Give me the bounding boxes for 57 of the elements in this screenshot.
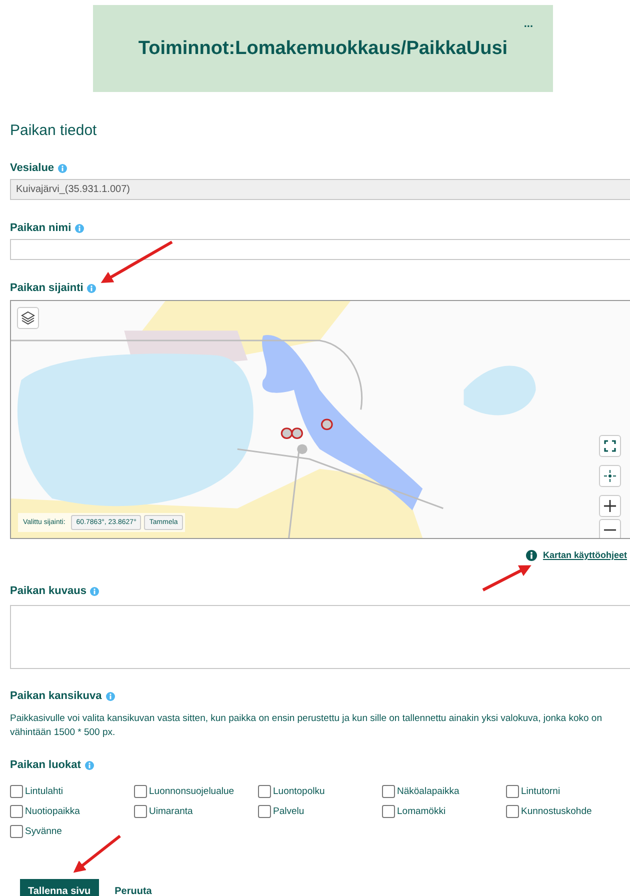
checkbox[interactable] xyxy=(258,805,271,818)
save-button[interactable]: Tallenna sivu xyxy=(20,879,99,896)
cover-image-note: Paikkasivulle voi valita kansikuvan vasta sitten, kun paikka on ensin perustettu ja kun sille on tallennettu ainakin yksi valokuva, jonka koko on vähintään 1500 * 500 px. xyxy=(10,712,603,740)
layers-icon xyxy=(21,311,35,325)
fullscreen-button[interactable] xyxy=(599,435,621,457)
info-icon[interactable] xyxy=(75,224,84,232)
checkbox[interactable] xyxy=(10,785,23,798)
fullscreen-icon xyxy=(604,440,616,452)
field-label: Paikan luokat xyxy=(10,759,81,771)
checkbox-label: Lintutorni xyxy=(521,786,560,797)
info-icon[interactable] xyxy=(90,586,100,596)
field-label: Paikan kuvaus xyxy=(10,585,86,597)
checkbox-label: Syvänne xyxy=(25,826,62,837)
checkbox[interactable] xyxy=(134,785,147,798)
checkbox-label: Palvelu xyxy=(273,806,304,817)
crosshair-icon xyxy=(604,470,616,482)
page-title: Toiminnot:Lomakemuokkaus/PaikkaUusi xyxy=(138,38,508,60)
field-label: Paikan kansikuva xyxy=(10,690,102,702)
checkbox-label: Näköalapaikka xyxy=(397,786,460,797)
annotation-arrow xyxy=(73,834,121,873)
plus-icon xyxy=(604,500,616,512)
checkbox[interactable] xyxy=(382,785,395,798)
annotation-arrow xyxy=(482,565,532,592)
checkbox-label: Luontopolku xyxy=(273,786,325,797)
info-icon[interactable] xyxy=(58,164,68,172)
checkbox[interactable] xyxy=(134,805,147,818)
cancel-button[interactable]: Peruuta xyxy=(110,882,156,896)
checkbox-label: Uimaranta xyxy=(149,806,193,817)
zoom-out-button[interactable] xyxy=(599,519,621,538)
checkbox[interactable] xyxy=(10,805,23,818)
map-help-link[interactable]: Kartan käyttöohjeet xyxy=(542,550,627,560)
info-icon xyxy=(526,550,537,560)
layers-button[interactable] xyxy=(17,307,39,329)
locate-button[interactable] xyxy=(599,465,621,487)
checkbox-label: Lomamökki xyxy=(397,806,446,817)
description-field[interactable] xyxy=(10,605,630,669)
more-menu-button[interactable]: ... xyxy=(524,19,533,29)
checkbox-label: Lintulahti xyxy=(25,786,64,797)
text-field[interactable] xyxy=(10,239,630,260)
checkbox[interactable] xyxy=(10,825,23,838)
field-label: Paikan nimi xyxy=(10,222,72,234)
checkbox-label: Luonnonsuojelualue xyxy=(149,786,234,797)
section-title: Paikan tiedot xyxy=(10,122,98,140)
checkbox[interactable] xyxy=(506,805,519,818)
text-field[interactable]: Kuivajärvi_(35.931.1.007) xyxy=(10,179,630,200)
zoom-in-button[interactable] xyxy=(599,495,621,517)
checkbox[interactable] xyxy=(382,805,395,818)
checkbox-label: Kunnostuskohde xyxy=(521,806,592,817)
checkbox[interactable] xyxy=(258,785,271,798)
info-icon[interactable] xyxy=(84,760,94,770)
info-icon[interactable] xyxy=(87,284,96,292)
info-icon[interactable] xyxy=(106,692,115,700)
field-label: Vesialue xyxy=(10,162,54,174)
checkbox-label: Nuotiopaikka xyxy=(25,806,80,817)
checkbox[interactable] xyxy=(506,785,519,798)
minus-icon xyxy=(604,529,616,531)
field-label: Paikan sijainti xyxy=(10,282,84,294)
